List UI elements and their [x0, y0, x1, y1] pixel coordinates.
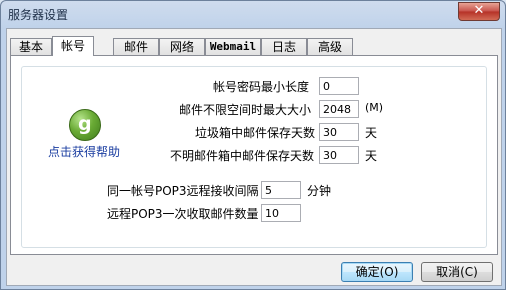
close-icon: ✕	[473, 3, 485, 18]
unknown-days-label: 不明邮件箱中邮件保存天数	[170, 149, 315, 163]
window-title: 服务器设置	[8, 8, 69, 22]
tab-bar: 基本 帐号 邮件 网络 Webmail 日志 高级	[10, 36, 490, 56]
cancel-button[interactable]: 取消(C)	[421, 262, 493, 282]
tab-advanced[interactable]: 高级	[307, 38, 353, 55]
min-pwd-len-label: 帐号密码最小长度	[213, 80, 310, 94]
min-pwd-len-field[interactable]	[319, 77, 359, 95]
tab-log[interactable]: 日志	[261, 38, 307, 55]
account-panel: g 点击获得帮助 帐号密码最小长度 邮件不限空间时最大大小 (M) 垃圾箱中邮件…	[10, 55, 498, 255]
junk-days-field[interactable]	[319, 123, 359, 141]
unknown-days-unit: 天	[365, 149, 378, 163]
pop3-count-label: 远程POP3一次收取邮件数量	[107, 207, 259, 221]
unknown-days-field[interactable]	[319, 146, 359, 164]
pop3-interval-field[interactable]	[261, 181, 301, 199]
settings-dialog: 服务器设置 ✕ 基本 帐号 邮件 网络 Webmail 日志 高级 g 点击获得…	[0, 0, 506, 290]
dialog-client: 基本 帐号 邮件 网络 Webmail 日志 高级 g 点击获得帮助 帐号密码最…	[6, 28, 502, 286]
ok-button[interactable]: 确定(O)	[341, 262, 413, 282]
close-button[interactable]: ✕	[458, 2, 500, 21]
mailbox-max-field[interactable]	[319, 100, 359, 118]
tab-basic[interactable]: 基本	[10, 38, 52, 55]
help-icon[interactable]: g	[69, 109, 101, 141]
mailbox-max-label: 邮件不限空间时最大大小	[179, 103, 312, 117]
pop3-interval-label: 同一帐号POP3远程接收间隔	[107, 184, 259, 198]
tab-webmail[interactable]: Webmail	[205, 38, 261, 55]
help-link[interactable]: 点击获得帮助	[48, 143, 120, 160]
pop3-count-field[interactable]	[261, 204, 301, 222]
junk-days-unit: 天	[365, 126, 378, 140]
mailbox-max-unit: (M)	[365, 101, 384, 114]
junk-days-label: 垃圾箱中邮件保存天数	[195, 126, 316, 140]
title-bar: 服务器设置 ✕	[1, 1, 505, 28]
tab-network[interactable]: 网络	[159, 38, 205, 55]
pop3-interval-unit: 分钟	[307, 184, 332, 198]
tab-mail[interactable]: 邮件	[113, 38, 159, 55]
tab-account[interactable]: 帐号	[52, 36, 94, 56]
